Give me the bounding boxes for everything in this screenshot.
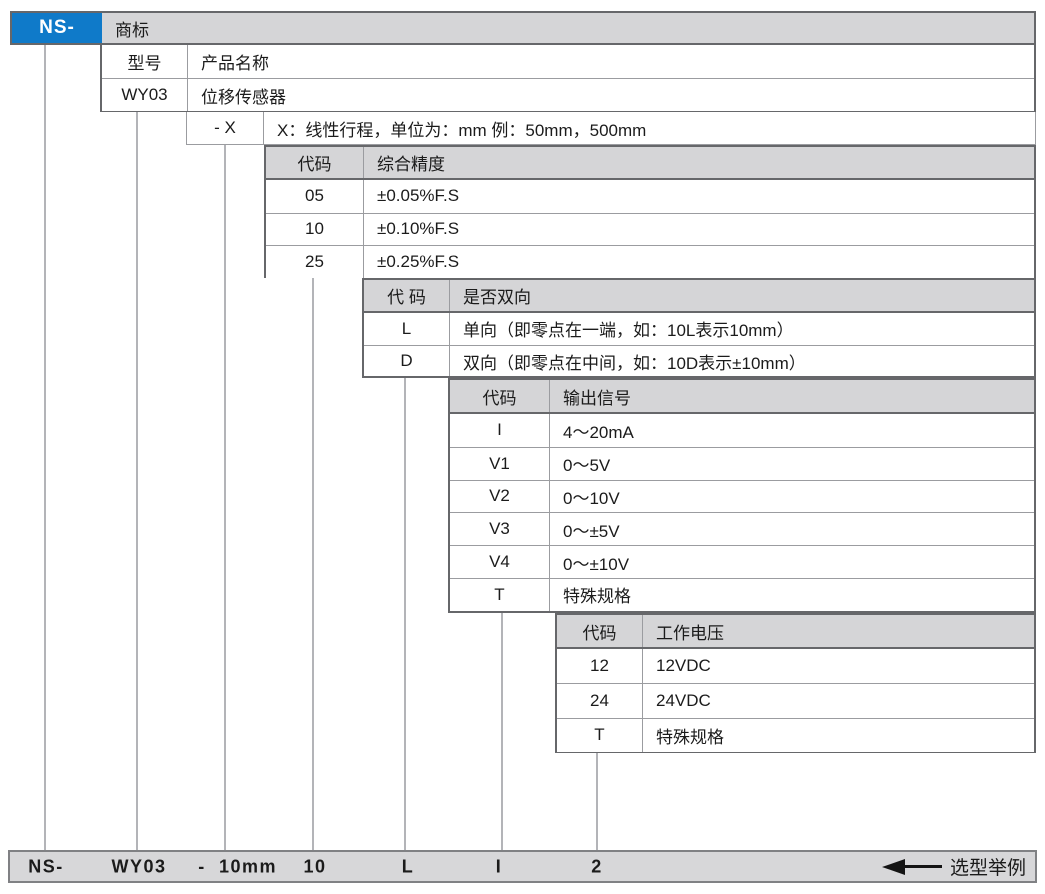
stroke-table: - X X：线性行程，单位为：mm 例：50mm，500mm <box>186 112 1036 145</box>
table-row: V1 0～5V <box>450 447 1034 480</box>
example-seg-direction: L <box>402 856 415 877</box>
code-header-cell: 代码 <box>557 615 643 647</box>
table-row: 24 24VDC <box>557 683 1034 717</box>
direction-header-row: 代 码 是否双向 <box>364 280 1034 313</box>
value-cell: ±0.25%F.S <box>364 246 1034 278</box>
code-cell: 25 <box>266 246 364 278</box>
connector-line-output <box>501 613 503 851</box>
code-cell: V3 <box>450 513 550 545</box>
example-seg-output: I <box>496 856 503 877</box>
direction-header-cell: 是否双向 <box>450 280 1034 311</box>
connector-line-accuracy <box>312 278 314 851</box>
model-col-header: 型号 <box>102 45 188 78</box>
table-row: 25 ±0.25%F.S <box>266 245 1034 278</box>
left-arrow-icon <box>882 859 905 875</box>
table-row: T 特殊规格 <box>450 578 1034 611</box>
product-name-cell: 位移传感器 <box>188 79 1034 111</box>
selection-example-label: 选型举例 <box>950 853 1026 880</box>
code-cell: D <box>364 346 450 377</box>
value-cell: 特殊规格 <box>643 719 1034 752</box>
table-row: V2 0～10V <box>450 480 1034 513</box>
table-row: V4 0～±10V <box>450 545 1034 578</box>
example-seg-dash: - <box>198 856 206 877</box>
connector-line-stroke <box>224 145 226 851</box>
code-header-cell: 代 码 <box>364 280 450 311</box>
example-bar: NS- WY03 - 10mm 10 L I 2 选型举例 <box>8 850 1037 883</box>
value-cell: 0～±5V <box>550 513 1034 545</box>
example-seg-brand: NS- <box>28 856 64 877</box>
example-seg-model: WY03 <box>111 856 166 877</box>
output-header-cell: 输出信号 <box>550 380 1034 412</box>
code-cell: V1 <box>450 448 550 480</box>
arrow-shaft <box>905 865 942 868</box>
code-cell: T <box>450 579 550 611</box>
model-table: 型号 产品名称 WY03 位移传感器 <box>100 45 1036 112</box>
code-cell: L <box>364 313 450 345</box>
stroke-desc-cell: X：线性行程，单位为：mm 例：50mm，500mm <box>264 112 1035 144</box>
code-cell: 24 <box>557 684 643 717</box>
value-cell: 双向（即零点在中间，如：10D表示±10mm） <box>450 346 1034 377</box>
model-code-cell: WY03 <box>102 79 188 111</box>
code-header-cell: 代码 <box>450 380 550 412</box>
table-row: L 单向（即零点在一端，如：10L表示10mm） <box>364 313 1034 345</box>
code-cell: 12 <box>557 649 643 683</box>
brand-code-box: NS- <box>12 13 102 43</box>
direction-table: 代 码 是否双向 L 单向（即零点在一端，如：10L表示10mm） D 双向（即… <box>362 278 1036 378</box>
trademark-row: NS- 商标 <box>10 11 1036 45</box>
voltage-header-row: 代码 工作电压 <box>557 615 1034 649</box>
model-header-row: 型号 产品名称 <box>102 45 1034 78</box>
code-cell: V2 <box>450 481 550 513</box>
selection-example-caption: 选型举例 <box>882 852 1026 881</box>
example-seg-stroke: 10mm <box>219 856 277 877</box>
connector-line-direction <box>404 378 406 851</box>
accuracy-header-row: 代码 综合精度 <box>266 147 1034 180</box>
value-cell: ±0.10%F.S <box>364 214 1034 246</box>
code-header-cell: 代码 <box>266 147 364 178</box>
value-cell: 4～20mA <box>550 414 1034 447</box>
model-value-row: WY03 位移传感器 <box>102 78 1034 111</box>
output-signal-table: 代码 输出信号 I 4～20mA V1 0～5V V2 0～10V V3 0～±… <box>448 378 1036 613</box>
table-row: 10 ±0.10%F.S <box>266 213 1034 246</box>
table-row: 12 12VDC <box>557 649 1034 683</box>
table-row: I 4～20mA <box>450 414 1034 447</box>
accuracy-table: 代码 综合精度 05 ±0.05%F.S 10 ±0.10%F.S 25 ±0.… <box>264 145 1036 278</box>
connector-line-voltage <box>596 753 598 851</box>
connector-line-model <box>136 111 138 851</box>
output-header-row: 代码 输出信号 <box>450 380 1034 414</box>
value-cell: 24VDC <box>643 684 1034 717</box>
code-cell: 05 <box>266 180 364 213</box>
code-cell: 10 <box>266 214 364 246</box>
value-cell: 0～10V <box>550 481 1034 513</box>
table-row: D 双向（即零点在中间，如：10D表示±10mm） <box>364 345 1034 377</box>
value-cell: 特殊规格 <box>550 579 1034 611</box>
value-cell: 0～5V <box>550 448 1034 480</box>
code-cell: V4 <box>450 546 550 578</box>
table-row: V3 0～±5V <box>450 512 1034 545</box>
table-row: T 特殊规格 <box>557 718 1034 752</box>
voltage-table: 代码 工作电压 12 12VDC 24 24VDC T 特殊规格 <box>555 613 1036 753</box>
code-cell: I <box>450 414 550 447</box>
table-row: 05 ±0.05%F.S <box>266 180 1034 213</box>
stroke-row: - X X：线性行程，单位为：mm 例：50mm，500mm <box>187 112 1035 144</box>
model-selection-code-diagram: NS- 商标 型号 产品名称 WY03 位移传感器 - X X：线性行程，单位为… <box>0 0 1045 894</box>
accuracy-header-cell: 综合精度 <box>364 147 1034 178</box>
connector-line-brand <box>44 45 46 851</box>
stroke-code-cell: - X <box>187 112 264 144</box>
value-cell: 单向（即零点在一端，如：10L表示10mm） <box>450 313 1034 345</box>
value-cell: 0～±10V <box>550 546 1034 578</box>
name-col-header: 产品名称 <box>188 45 1034 78</box>
value-cell: ±0.05%F.S <box>364 180 1034 213</box>
code-cell: T <box>557 719 643 752</box>
example-seg-accuracy: 10 <box>303 856 326 877</box>
example-seg-voltage: 2 <box>591 856 603 877</box>
voltage-header-cell: 工作电压 <box>643 615 1034 647</box>
trademark-label: 商标 <box>102 13 1034 43</box>
value-cell: 12VDC <box>643 649 1034 683</box>
